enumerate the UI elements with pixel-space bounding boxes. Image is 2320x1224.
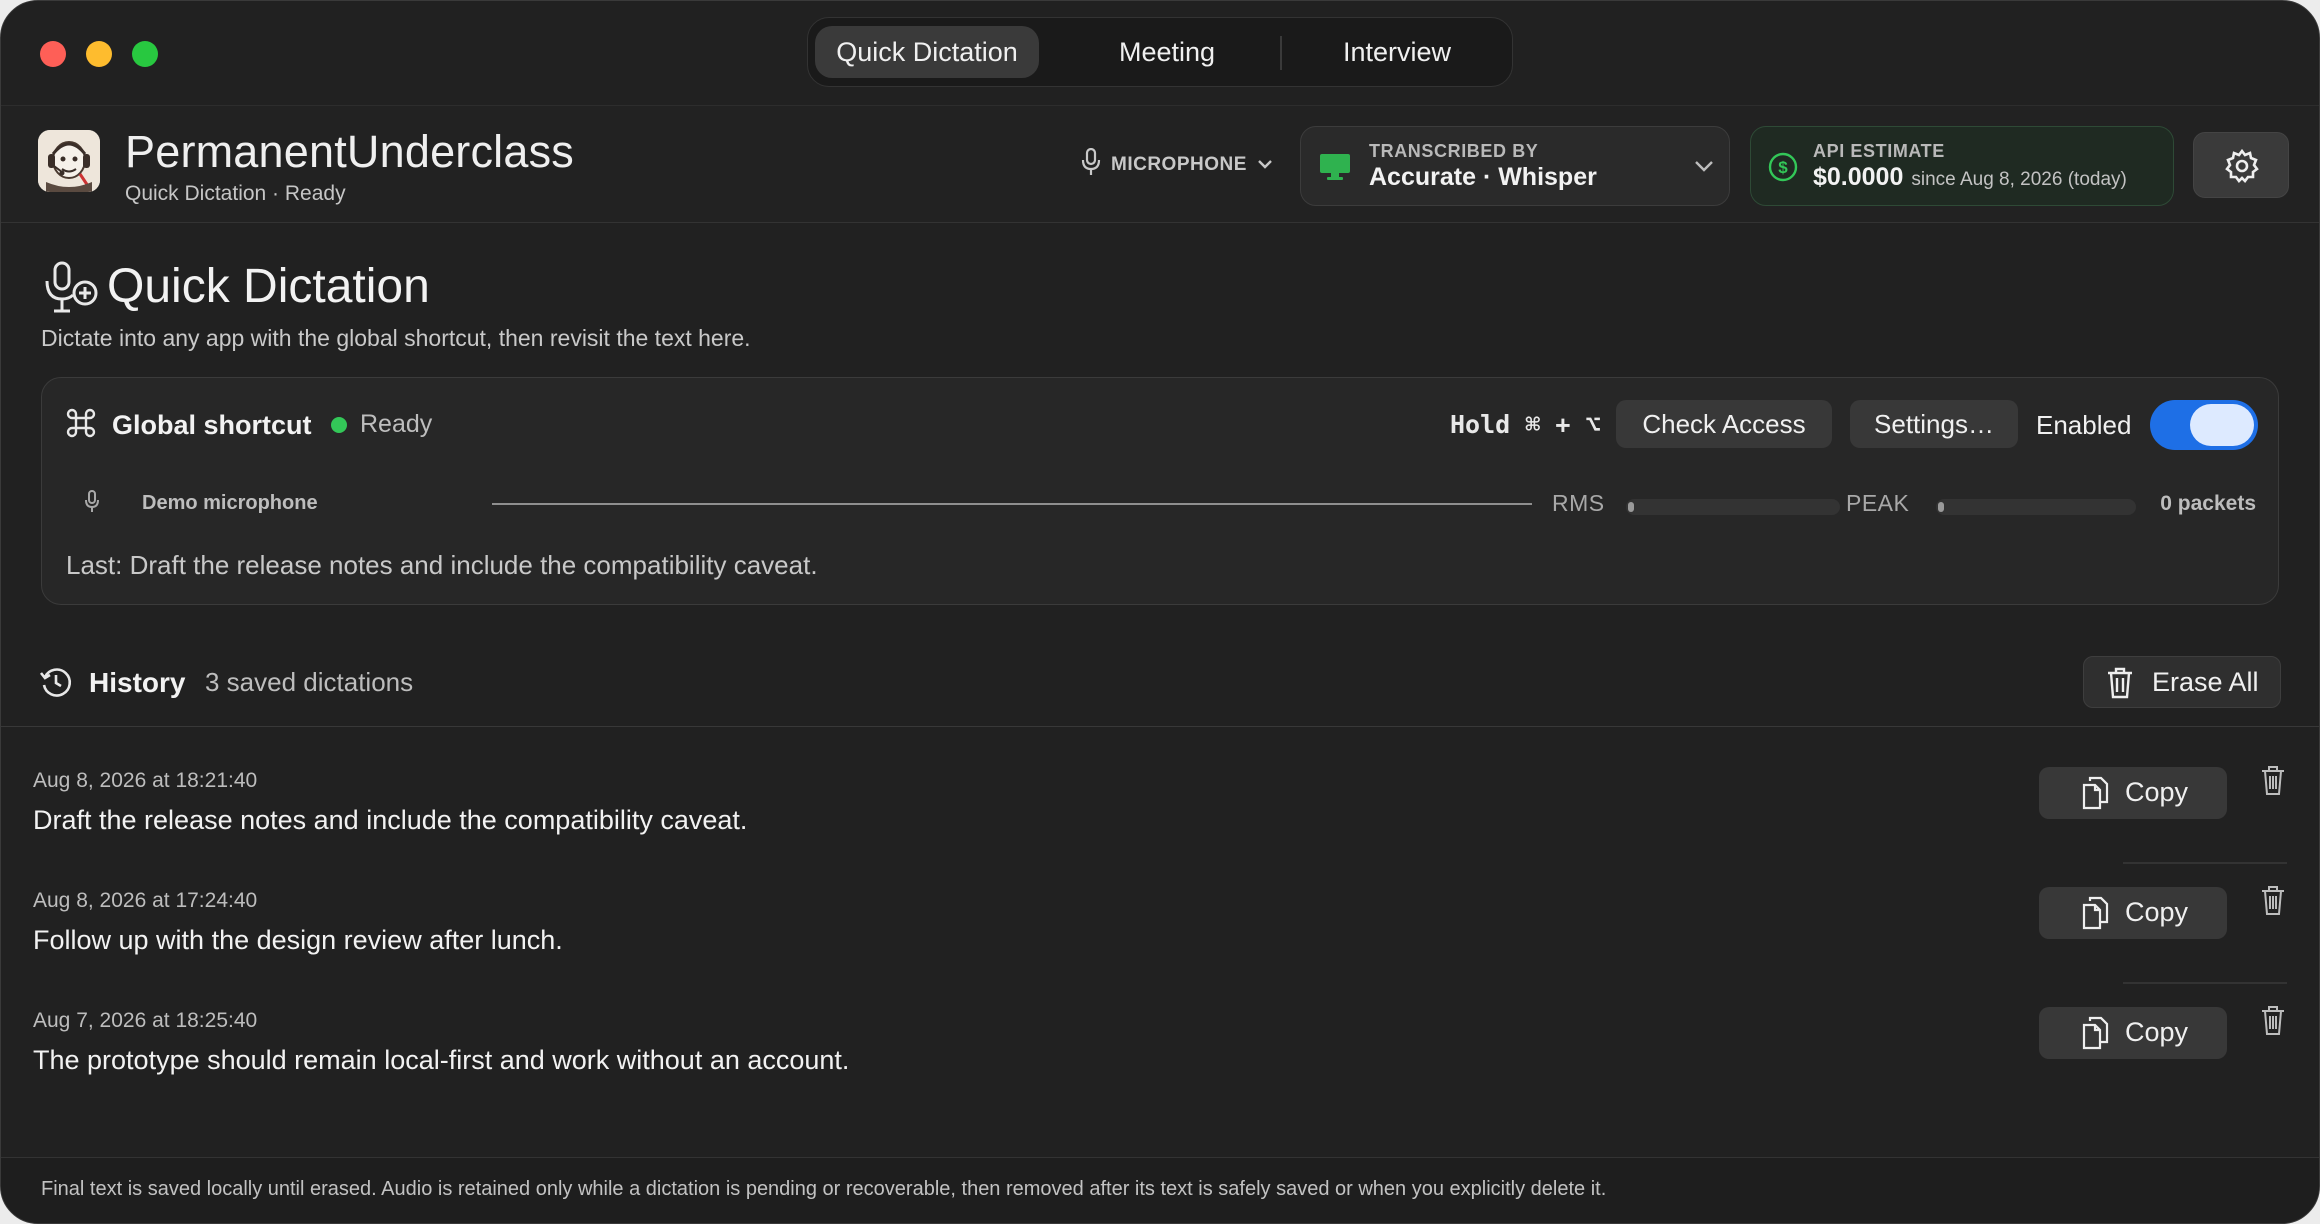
rms-meter-fill <box>1628 502 1634 512</box>
transcription-value: Accurate · Whisper <box>1369 163 1597 191</box>
title-bar: Quick Dictation Meeting Interview <box>1 1 2319 105</box>
chevron-down-icon <box>1694 159 1714 178</box>
check-access-button[interactable]: Check Access <box>1616 400 1832 448</box>
copy-button[interactable]: Copy <box>2039 767 2227 819</box>
svg-text:$: $ <box>1778 158 1788 177</box>
erase-all-label: Erase All <box>2152 667 2259 697</box>
peak-label: PEAK <box>1846 490 1910 516</box>
entry-timestamp: Aug 7, 2026 at 18:25:40 <box>33 1009 258 1032</box>
copy-icon <box>2081 896 2109 935</box>
app-window: Quick Dictation Meeting Interview Perman… <box>0 0 2320 1224</box>
copy-button[interactable]: Copy <box>2039 887 2227 939</box>
waveform <box>492 503 1532 505</box>
copy-label: Copy <box>2125 897 2189 927</box>
transcription-label: TRANSCRIBED BY <box>1369 141 1539 161</box>
footer: Final text is saved locally until erased… <box>1 1157 2319 1223</box>
entry-timestamp: Aug 8, 2026 at 18:21:40 <box>33 769 258 792</box>
entry-text: Follow up with the design review after l… <box>33 925 563 955</box>
copy-label: Copy <box>2125 1017 2189 1047</box>
microphone-icon <box>84 490 100 519</box>
section-title: Quick Dictation <box>107 260 430 313</box>
transcription-engine-selector[interactable]: TRANSCRIBED BY Accurate · Whisper <box>1300 126 1730 206</box>
history-entry: Aug 8, 2026 at 17:24:40 Follow up with t… <box>1 877 2319 997</box>
entry-divider <box>2123 982 2287 984</box>
microphone-selector[interactable]: MICROPHONE <box>1081 147 1273 182</box>
app-status-subtitle: Quick Dictation · Ready <box>125 182 346 205</box>
rms-meter <box>1626 499 1840 515</box>
dollar-circle-icon: $ <box>1767 151 1799 188</box>
copy-icon <box>2081 1016 2109 1055</box>
api-since: since Aug 8, 2026 (today) <box>1911 169 2127 190</box>
global-shortcut-card: Global shortcut Ready Hold ⌘ + ⌥ Check A… <box>41 377 2279 605</box>
enabled-label: Enabled <box>2036 410 2132 440</box>
minimize-window-button[interactable] <box>86 41 112 67</box>
tab-interview[interactable]: Interview <box>1286 26 1508 78</box>
microphone-plus-icon <box>43 259 101 322</box>
tab-divider <box>1280 36 1282 70</box>
history-entry: Aug 8, 2026 at 18:21:40 Draft the releas… <box>1 757 2319 877</box>
settings-button[interactable] <box>2193 132 2289 198</box>
entry-timestamp: Aug 8, 2026 at 17:24:40 <box>33 889 258 912</box>
mode-segmented-control: Quick Dictation Meeting Interview <box>807 17 1513 87</box>
chevron-down-icon <box>1257 154 1273 176</box>
microphone-name: Demo microphone <box>142 492 318 514</box>
ready-status-dot <box>331 417 347 433</box>
history-entry: Aug 7, 2026 at 18:25:40 The prototype sh… <box>1 997 2319 1117</box>
monitor-icon <box>1319 153 1351 186</box>
api-estimate-badge: $ API ESTIMATE $0.0000 since Aug 8, 2026 … <box>1750 126 2174 206</box>
section-description: Dictate into any app with the global sho… <box>41 325 751 351</box>
close-window-button[interactable] <box>40 41 66 67</box>
rms-label: RMS <box>1552 490 1605 516</box>
microphone-level-row: Demo microphone RMS PEAK 0 packets <box>66 482 2256 522</box>
history-header: History 3 saved dictations Erase All <box>1 641 2319 727</box>
app-header: PermanentUnderclass Quick Dictation · Re… <box>1 105 2319 223</box>
microphone-icon <box>1081 147 1101 182</box>
peak-meter <box>1936 499 2136 515</box>
shortcut-settings-button[interactable]: Settings… <box>1850 400 2018 448</box>
entry-divider <box>2123 862 2287 864</box>
tab-quick-dictation[interactable]: Quick Dictation <box>815 26 1039 78</box>
microphone-label: MICROPHONE <box>1111 154 1247 175</box>
copy-button[interactable]: Copy <box>2039 1007 2227 1059</box>
entry-text: Draft the release notes and include the … <box>33 805 748 835</box>
api-estimate-label: API ESTIMATE <box>1813 141 1945 161</box>
footer-note: Final text is saved locally until erased… <box>41 1178 1607 1200</box>
enabled-toggle[interactable] <box>2150 400 2258 450</box>
delete-entry-trash-icon[interactable] <box>2259 1005 2287 1042</box>
zoom-window-button[interactable] <box>132 41 158 67</box>
last-dictation: Last: Draft the release notes and includ… <box>66 550 818 580</box>
history-title: History <box>89 667 186 698</box>
entry-text: The prototype should remain local-first … <box>33 1045 850 1075</box>
trash-icon <box>2106 667 2134 704</box>
delete-entry-trash-icon[interactable] <box>2259 885 2287 922</box>
shortcut-title: Global shortcut <box>112 410 312 440</box>
api-cost: $0.0000 <box>1813 163 1904 191</box>
api-estimate-value: $0.0000 since Aug 8, 2026 (today) <box>1813 163 2127 192</box>
tab-meeting[interactable]: Meeting <box>1056 26 1278 78</box>
erase-all-button[interactable]: Erase All <box>2083 656 2281 708</box>
history-count: 3 saved dictations <box>205 667 414 697</box>
delete-entry-trash-icon[interactable] <box>2259 765 2287 802</box>
shortcut-status: Ready <box>360 410 433 438</box>
command-key-icon <box>66 408 96 443</box>
toggle-knob <box>2190 404 2254 446</box>
shortcut-keys: Hold ⌘ + ⌥ <box>1450 410 1601 439</box>
app-avatar <box>38 130 100 192</box>
history-clock-icon <box>39 665 73 704</box>
copy-label: Copy <box>2125 777 2189 807</box>
copy-icon <box>2081 776 2109 815</box>
app-title: PermanentUnderclass <box>125 126 575 177</box>
gear-icon <box>2224 148 2260 189</box>
packet-count: 0 packets <box>2160 492 2256 515</box>
peak-meter-fill <box>1938 502 1944 512</box>
